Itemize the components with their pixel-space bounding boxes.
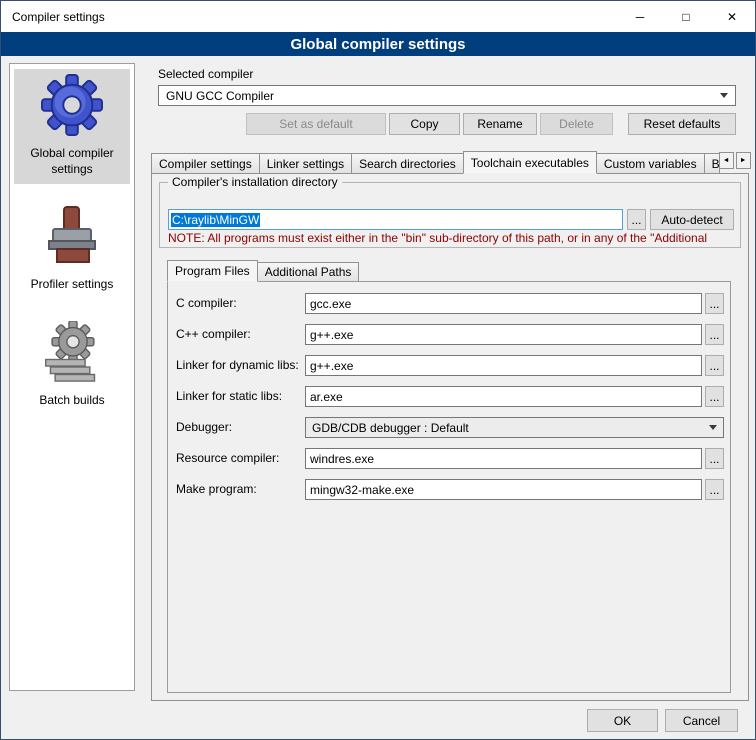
gear-blue-icon <box>41 74 103 139</box>
close-button[interactable]: ✕ <box>709 1 755 32</box>
cpp-compiler-browse-button[interactable]: ... <box>705 324 724 345</box>
form-row-c-compiler: C compiler: ... <box>168 293 730 314</box>
window-controls: ─ □ ✕ <box>617 1 755 32</box>
dialog-title: Global compiler settings <box>1 32 755 56</box>
chevron-down-icon <box>720 93 728 98</box>
make-program-browse-button[interactable]: ... <box>705 479 724 500</box>
form-row-make-program: Make program: ... <box>168 479 730 500</box>
rename-button[interactable]: Rename <box>463 113 537 135</box>
minimize-button[interactable]: ─ <box>617 1 663 32</box>
cpp-compiler-input[interactable] <box>305 324 702 345</box>
debugger-select[interactable]: GDB/CDB debugger : Default <box>305 417 724 438</box>
cancel-button[interactable]: Cancel <box>665 709 738 732</box>
tab-linker-settings[interactable]: Linker settings <box>259 153 352 173</box>
dynamic-linker-label: Linker for dynamic libs: <box>176 358 299 372</box>
tab-scroll-controls: ◄ ► <box>719 151 751 169</box>
copy-button[interactable]: Copy <box>389 113 460 135</box>
static-linker-input[interactable] <box>305 386 702 407</box>
form-row-dynamic-linker: Linker for dynamic libs: ... <box>168 355 730 376</box>
tab-search-directories[interactable]: Search directories <box>351 153 464 173</box>
subtab-program-files[interactable]: Program Files <box>167 260 258 282</box>
ok-button[interactable]: OK <box>587 709 658 732</box>
form-row-debugger: Debugger: GDB/CDB debugger : Default <box>168 417 730 438</box>
form-row-static-linker: Linker for static libs: ... <box>168 386 730 407</box>
compiler-action-buttons: Set as default Copy Rename Delete Reset … <box>158 113 736 135</box>
c-compiler-input[interactable] <box>305 293 702 314</box>
settings-tabstrip: Compiler settings Linker settings Search… <box>151 151 749 173</box>
maximize-button[interactable]: □ <box>663 1 709 32</box>
sidebar-item-label: Profiler settings <box>31 277 114 293</box>
static-linker-browse-button[interactable]: ... <box>705 386 724 407</box>
sidebar-item-label: Batch builds <box>39 393 104 409</box>
c-compiler-browse-button[interactable]: ... <box>705 293 724 314</box>
resource-compiler-input[interactable] <box>305 448 702 469</box>
debugger-label: Debugger: <box>176 420 232 434</box>
installation-directory-row: C:\raylib\MinGW ... Auto-detect <box>168 209 734 230</box>
auto-detect-button[interactable]: Auto-detect <box>650 209 734 230</box>
window-title: Compiler settings <box>1 10 105 24</box>
gear-gray-icon <box>42 321 102 386</box>
tab-toolchain-executables[interactable]: Toolchain executables <box>463 151 597 174</box>
set-as-default-button[interactable]: Set as default <box>246 113 386 135</box>
static-linker-label: Linker for static libs: <box>176 389 282 403</box>
tab-scroll-right-button[interactable]: ► <box>736 152 751 169</box>
tab-build[interactable]: Build <box>704 153 720 173</box>
debugger-value: GDB/CDB debugger : Default <box>312 421 469 435</box>
resource-compiler-label: Resource compiler: <box>176 451 279 465</box>
dynamic-linker-input[interactable] <box>305 355 702 376</box>
installation-directory-input[interactable]: C:\raylib\MinGW <box>168 209 623 230</box>
resource-compiler-browse-button[interactable]: ... <box>705 448 724 469</box>
subtab-additional-paths[interactable]: Additional Paths <box>257 262 360 281</box>
installation-directory-value: C:\raylib\MinGW <box>171 213 260 227</box>
delete-button[interactable]: Delete <box>540 113 613 135</box>
tab-scroll-left-button[interactable]: ◄ <box>719 152 734 169</box>
sidebar-item-label: Global compiler settings <box>16 146 128 177</box>
make-program-label: Make program: <box>176 482 257 496</box>
settings-sidebar: Global compiler settings Profiler settin… <box>9 63 135 691</box>
sidebar-item-profiler-settings[interactable]: Profiler settings <box>14 200 130 300</box>
profiler-tool-icon <box>43 205 101 270</box>
titlebar: Compiler settings ─ □ ✕ <box>1 1 755 32</box>
cpp-compiler-label: C++ compiler: <box>176 327 251 341</box>
paths-subtabstrip: Program Files Additional Paths <box>167 260 358 281</box>
tab-custom-variables[interactable]: Custom variables <box>596 153 705 173</box>
program-files-page: C compiler: ... C++ compiler: ... Linker… <box>167 281 731 693</box>
chevron-down-icon <box>709 425 717 430</box>
sidebar-item-batch-builds[interactable]: Batch builds <box>14 316 130 416</box>
sidebar-item-global-compiler-settings[interactable]: Global compiler settings <box>14 69 130 184</box>
selected-compiler-value: GNU GCC Compiler <box>166 89 274 103</box>
selected-compiler-label: Selected compiler <box>158 67 253 81</box>
form-row-cpp-compiler: C++ compiler: ... <box>168 324 730 345</box>
reset-defaults-button[interactable]: Reset defaults <box>628 113 736 135</box>
tab-compiler-settings[interactable]: Compiler settings <box>151 153 260 173</box>
installation-directory-group-label: Compiler's installation directory <box>168 175 342 189</box>
installation-directory-group: Compiler's installation directory C:\ray… <box>159 182 741 248</box>
make-program-input[interactable] <box>305 479 702 500</box>
toolchain-executables-page: Compiler's installation directory C:\ray… <box>151 173 749 701</box>
selected-compiler-select[interactable]: GNU GCC Compiler <box>158 85 736 106</box>
installation-directory-browse-button[interactable]: ... <box>627 209 646 230</box>
bin-subdirectory-note: NOTE: All programs must exist either in … <box>168 231 734 245</box>
dynamic-linker-browse-button[interactable]: ... <box>705 355 724 376</box>
c-compiler-label: C compiler: <box>176 296 237 310</box>
compiler-settings-window: Compiler settings ─ □ ✕ Global compiler … <box>0 0 756 740</box>
form-row-resource-compiler: Resource compiler: ... <box>168 448 730 469</box>
